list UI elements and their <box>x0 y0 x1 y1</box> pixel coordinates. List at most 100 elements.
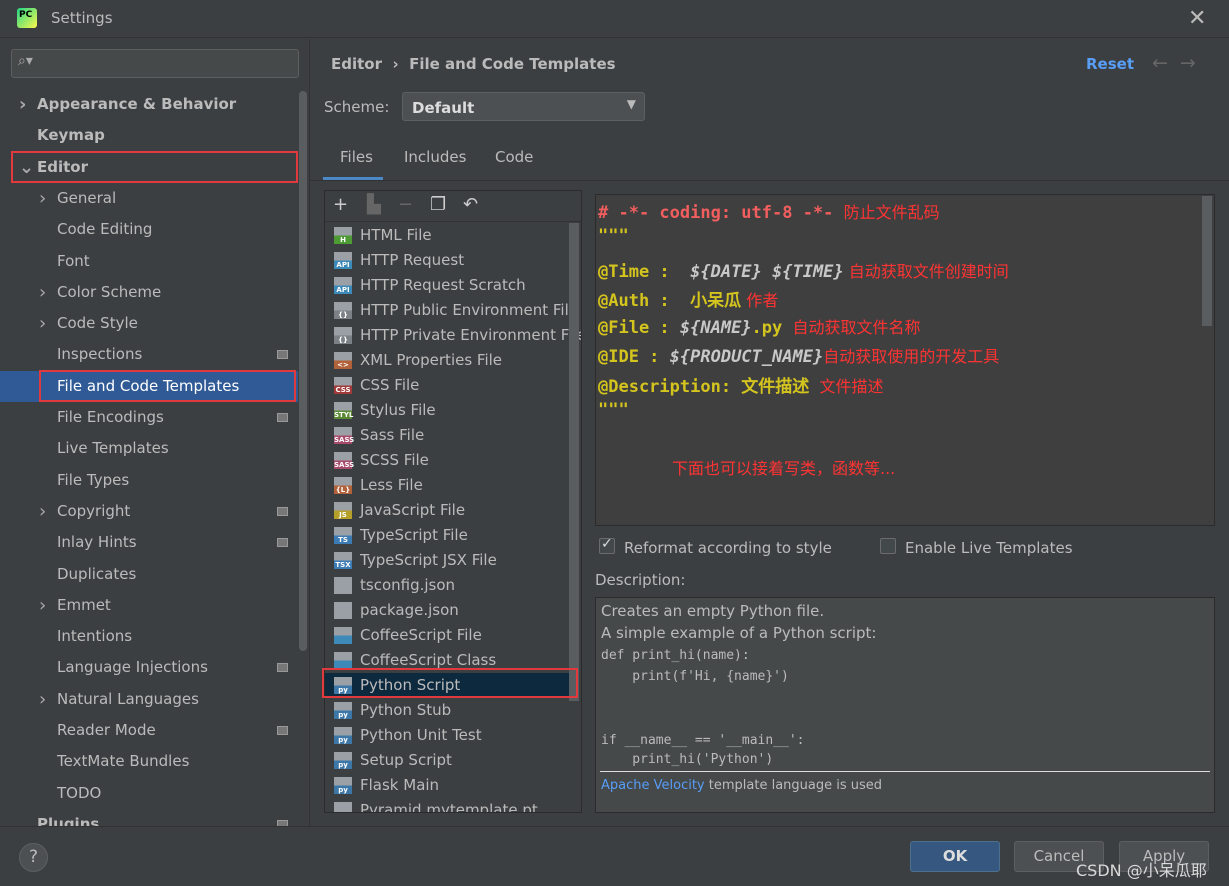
tab-files[interactable]: Files <box>340 148 373 166</box>
list-item[interactable]: package.json <box>325 598 569 623</box>
reset-link[interactable]: Reset <box>1086 55 1134 73</box>
file-type-icon: <> <box>334 352 352 369</box>
tab-includes[interactable]: Includes <box>404 148 466 166</box>
sidebar-item-label: Inlay Hints <box>57 533 137 552</box>
list-item[interactable]: API HTTP Request <box>325 248 569 273</box>
live-templates-label[interactable]: Enable Live Templates <box>905 539 1073 557</box>
forward-arrow-icon[interactable]: → <box>1180 52 1208 74</box>
chevron-right-icon[interactable]: › <box>19 89 26 120</box>
sidebar-item-file-types[interactable]: File Types <box>0 465 298 496</box>
list-item[interactable]: SASS Sass File <box>325 423 569 448</box>
sidebar-item-file-encodings[interactable]: File Encodings <box>0 402 298 433</box>
sidebar-item-code-editing[interactable]: Code Editing <box>0 214 298 245</box>
list-item[interactable]: py Python Stub <box>325 698 569 723</box>
reformat-label[interactable]: Reformat according to style <box>624 539 832 557</box>
chevron-right-icon[interactable]: › <box>39 590 46 621</box>
list-item[interactable]: Pyramid mytemplate.pt <box>325 798 569 812</box>
velocity-link[interactable]: Apache Velocity <box>601 778 705 793</box>
sidebar-item-appearance-behavior[interactable]: › Appearance & Behavior <box>0 89 298 120</box>
sidebar-item-todo[interactable]: TODO <box>0 778 298 809</box>
sidebar-item-live-templates[interactable]: Live Templates <box>0 433 298 464</box>
list-item[interactable]: tsconfig.json <box>325 573 569 598</box>
file-label: SCSS File <box>360 451 429 469</box>
revert-icon[interactable]: ↶ <box>463 194 478 215</box>
list-item[interactable]: {L} Less File <box>325 473 569 498</box>
remove-icon[interactable]: − <box>398 194 413 215</box>
list-item[interactable]: {} HTTP Public Environment File <box>325 298 578 323</box>
close-icon[interactable]: ✕ <box>1188 6 1206 31</box>
sidebar-item-label: Code Style <box>57 314 138 333</box>
template-editor[interactable]: # -*- coding: utf-8 -*- 防止文件乱码 """ @Time :… <box>595 194 1215 526</box>
list-item[interactable]: TSX TypeScript JSX File <box>325 548 569 573</box>
list-item[interactable]: py Python Unit Test <box>325 723 569 748</box>
sidebar-item-label: Duplicates <box>57 564 137 583</box>
check-icon: ✓ <box>601 536 613 552</box>
ok-button[interactable]: OK <box>910 841 1000 872</box>
list-item[interactable]: CSS CSS File <box>325 373 569 398</box>
chevron-right-icon[interactable]: › <box>39 684 46 715</box>
sidebar-item-label: Live Templates <box>57 439 169 458</box>
reformat-checkbox[interactable]: ✓ <box>599 536 615 554</box>
list-item[interactable]: TS TypeScript File <box>325 523 569 548</box>
live-templates-checkbox[interactable] <box>880 538 896 554</box>
code-token: @IDE : <box>598 347 670 367</box>
chevron-right-icon[interactable]: › <box>39 183 46 214</box>
sidebar-item-copyright[interactable]: › Copyright <box>0 496 298 527</box>
add-child-icon[interactable]: ▙ <box>367 194 381 215</box>
search-input[interactable]: ⌕▾ <box>11 49 299 78</box>
breadcrumb-editor[interactable]: Editor <box>331 55 382 73</box>
editor-scrollbar[interactable] <box>1202 196 1212 326</box>
list-item[interactable]: {} HTTP Private Environment File <box>325 323 581 348</box>
sidebar-item-inspections[interactable]: Inspections <box>0 339 298 370</box>
file-label: tsconfig.json <box>360 576 456 594</box>
sidebar-item-font[interactable]: Font <box>0 246 298 277</box>
sidebar-item-emmet[interactable]: › Emmet <box>0 590 298 621</box>
description-text: A simple example of a Python script: <box>601 624 877 642</box>
sidebar-item-inlay-hints[interactable]: Inlay Hints <box>0 527 298 558</box>
sidebar-item-label: Color Scheme <box>57 282 162 301</box>
list-item[interactable]: <> XML Properties File <box>325 348 569 373</box>
help-button[interactable]: ? <box>19 843 48 872</box>
code-token: """ <box>598 400 629 420</box>
tab-code[interactable]: Code <box>495 148 533 166</box>
sidebar-item-natural-languages[interactable]: › Natural Languages <box>0 684 298 715</box>
sidebar-item-label: TextMate Bundles <box>57 752 190 771</box>
sidebar-item-general[interactable]: › General <box>0 183 298 214</box>
list-item[interactable]: JS JavaScript File <box>325 498 569 523</box>
file-label: Python Unit Test <box>360 726 482 744</box>
back-arrow-icon[interactable]: ← <box>1152 52 1180 74</box>
sidebar-item-language-injections[interactable]: Language Injections <box>0 652 298 683</box>
list-scrollbar[interactable] <box>569 223 579 701</box>
add-icon[interactable]: + <box>333 194 348 215</box>
list-item[interactable]: CoffeeScript File <box>325 623 569 648</box>
sidebar-item-textmate-bundles[interactable]: TextMate Bundles <box>0 746 298 777</box>
file-type-icon <box>334 802 352 812</box>
code-token: 小呆瓜 <box>690 291 742 311</box>
sidebar-item-color-scheme[interactable]: › Color Scheme <box>0 277 298 308</box>
chevron-right-icon[interactable]: › <box>39 277 46 308</box>
chevron-right-icon[interactable]: › <box>39 496 46 527</box>
code-token: ${DATE} ${TIME} <box>690 262 844 282</box>
list-item[interactable]: py Flask Main <box>325 773 569 798</box>
code-token: .py <box>751 318 783 338</box>
chevron-right-icon[interactable]: › <box>39 308 46 339</box>
file-label: HTTP Public Environment File <box>360 301 578 319</box>
sidebar-item-intentions[interactable]: Intentions <box>0 621 298 652</box>
code-token: # -*- coding: utf-8 -*- <box>598 203 834 223</box>
sidebar-item-label: Copyright <box>57 501 131 520</box>
list-item[interactable]: H HTML File <box>325 223 569 248</box>
sidebar-item-duplicates[interactable]: Duplicates <box>0 559 298 590</box>
file-type-icon: TS <box>334 527 352 544</box>
sidebar-scrollbar[interactable] <box>299 91 307 651</box>
copy-icon[interactable]: ❐ <box>430 194 446 215</box>
list-item[interactable]: py Setup Script <box>325 748 569 773</box>
scheme-dropdown[interactable]: Default ▼ <box>402 92 645 121</box>
sidebar-item-keymap[interactable]: Keymap <box>0 120 298 151</box>
list-item[interactable]: API HTTP Request Scratch <box>325 273 569 298</box>
file-type-icon: {L} <box>334 477 352 494</box>
list-item[interactable]: STYL Stylus File <box>325 398 569 423</box>
sidebar-item-code-style[interactable]: › Code Style <box>0 308 298 339</box>
sidebar-item-reader-mode[interactable]: Reader Mode <box>0 715 298 746</box>
file-label: Stylus File <box>360 401 436 419</box>
list-item[interactable]: SASS SCSS File <box>325 448 569 473</box>
